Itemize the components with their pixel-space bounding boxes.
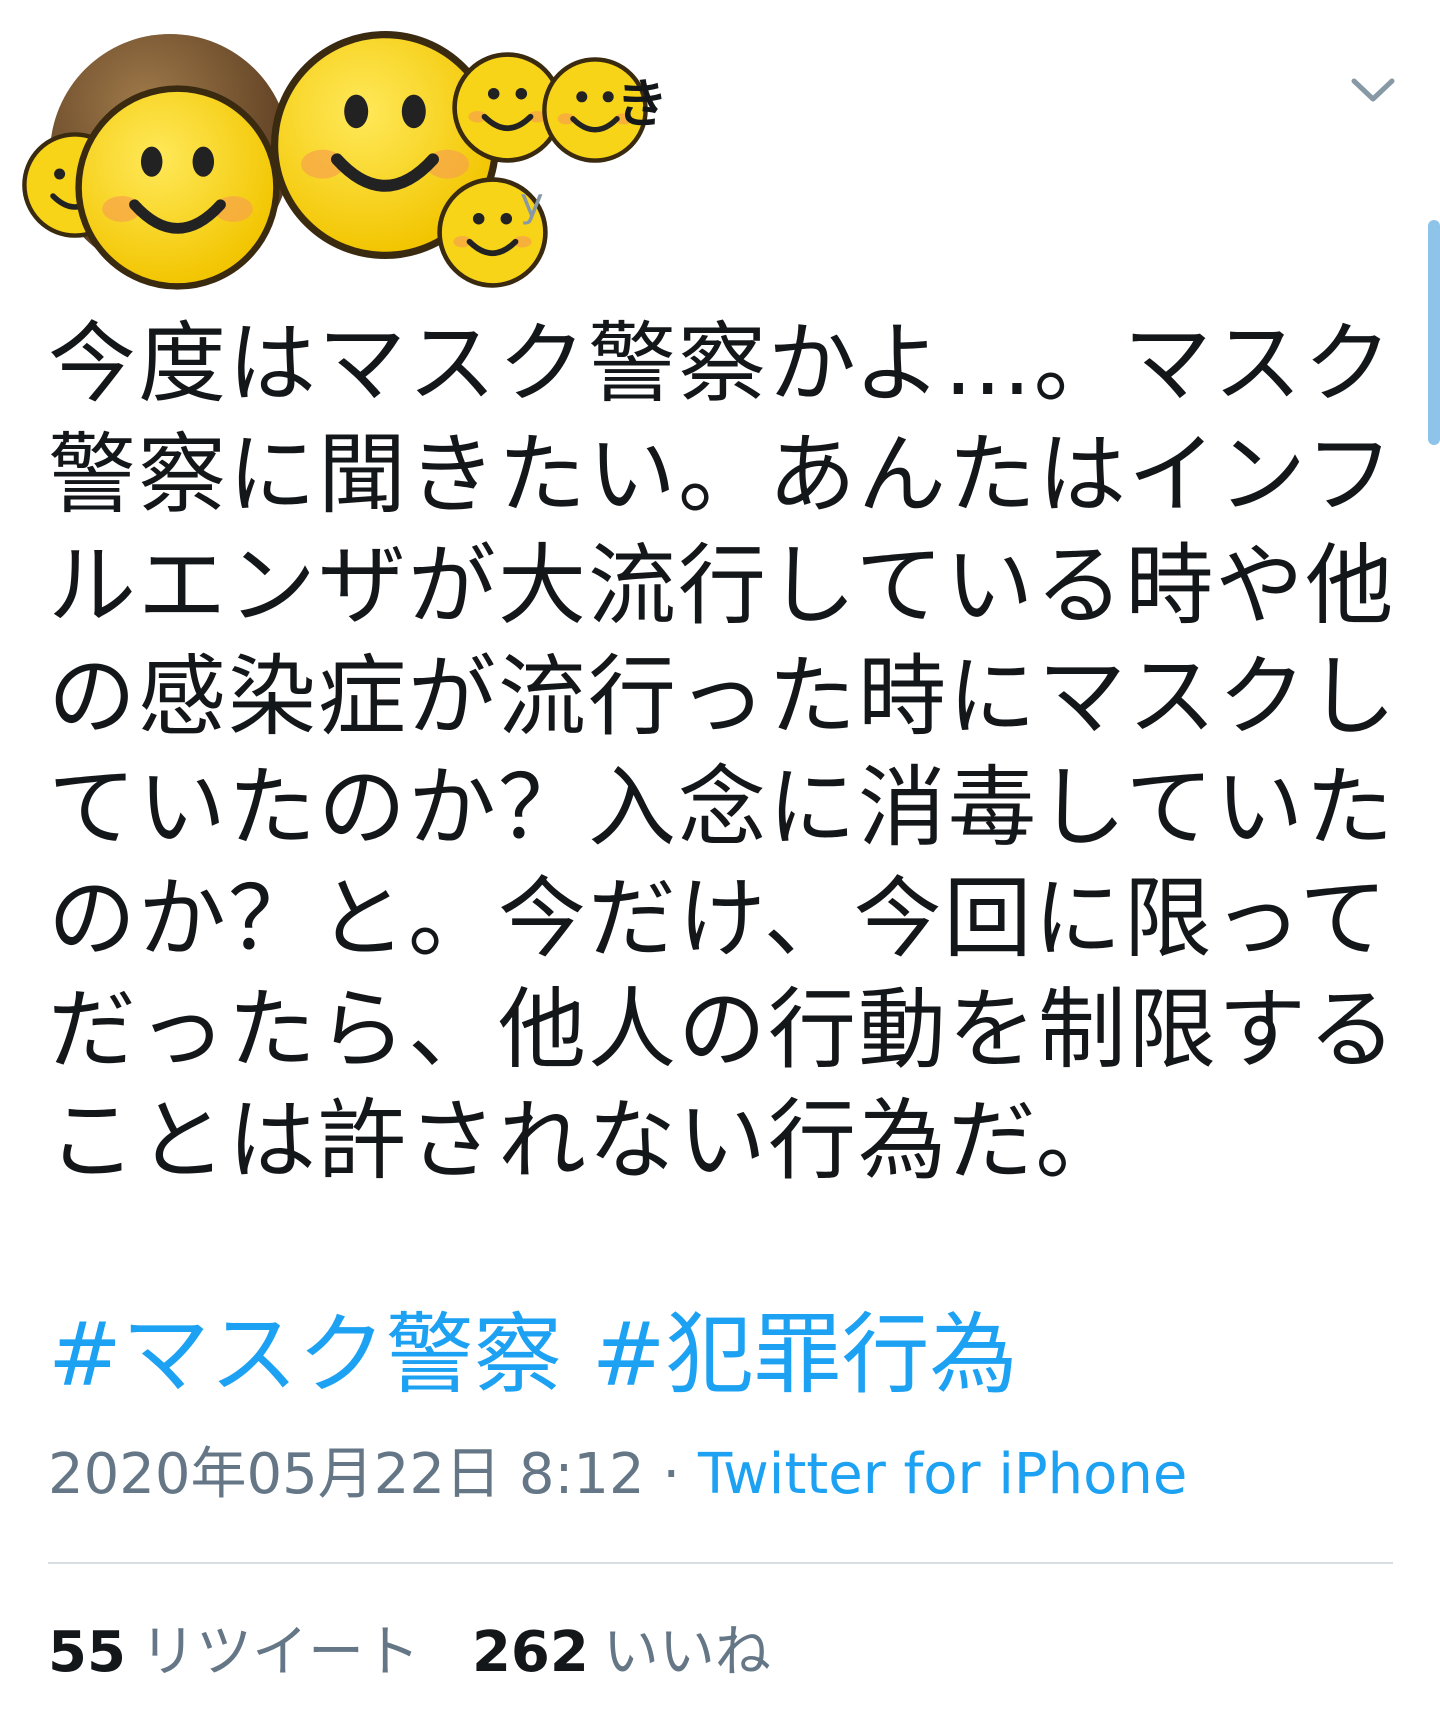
tweet-line: ていたのか？入念に消毒していた [48, 756, 1396, 859]
timestamp[interactable]: 2020年05月22日 8:12 [48, 1442, 645, 1507]
likes-label: いいね [602, 1620, 771, 1685]
display-name[interactable]: き [616, 62, 668, 137]
source-link[interactable]: Twitter for iPhone [698, 1442, 1187, 1507]
tweet-line: の感染症が流行った時にマスクし [48, 645, 1399, 748]
tweet-line: のか？と。今だけ、今回に限って [48, 867, 1390, 970]
hashtag-link[interactable]: #犯罪行為 [592, 1303, 1018, 1406]
scrollbar[interactable] [1428, 220, 1440, 445]
tweet-line: だったら、他人の行動を制限する [48, 978, 1399, 1081]
hashtag-link[interactable]: #マスク警察 [48, 1303, 562, 1406]
tweet-meta: 2020年05月22日 8:12 · Twitter for iPhone [48, 1440, 1187, 1510]
chevron-down-icon[interactable] [1350, 75, 1396, 105]
tweet-header: き y [0, 0, 1440, 300]
user-handle: y [520, 180, 544, 226]
meta-separator: · [662, 1442, 681, 1507]
retweets-count: 55 [48, 1620, 126, 1685]
avatar[interactable] [20, 20, 660, 290]
likes-stat[interactable]: 262 いいね [472, 1618, 771, 1688]
hashtag-list: #マスク警察 #犯罪行為 [48, 1305, 1018, 1405]
likes-count: 262 [471, 1620, 589, 1685]
tweet-line: 警察に聞きたい。あんたはインフ [48, 423, 1396, 526]
divider [48, 1562, 1393, 1564]
engagement-stats: 55 リツイート 262 いいね [48, 1618, 771, 1688]
tweet-line: ルエンザが大流行している時や他 [48, 534, 1396, 637]
tweet-line: 今度はマスク警察かよ…。マスク [48, 312, 1394, 415]
smiley-icon [70, 80, 285, 295]
tweet-line: ことは許されない行為だ。 [48, 1089, 1126, 1192]
retweets-label: リツイート [139, 1620, 420, 1685]
retweets-stat[interactable]: 55 リツイート [48, 1618, 420, 1688]
tweet-body: 今度はマスク警察かよ…。マスク 警察に聞きたい。あんたはインフ ルエンザが大流行… [48, 308, 1399, 1196]
